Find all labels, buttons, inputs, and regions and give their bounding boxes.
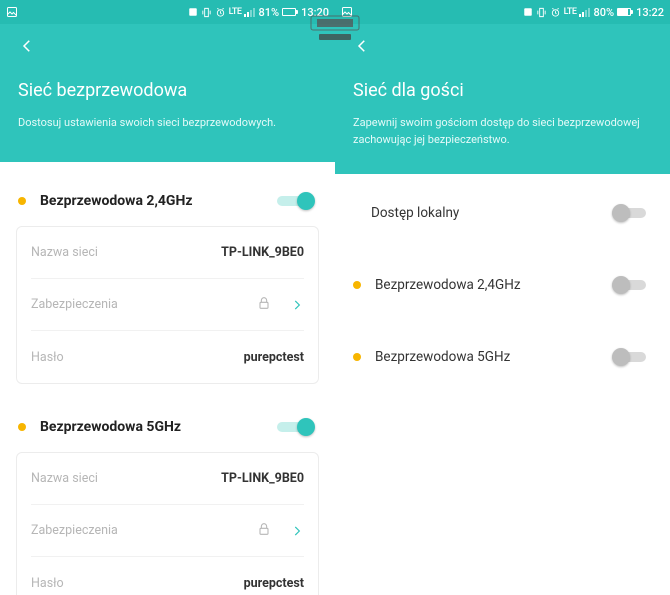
phone-guest-network: LTE 80% 13:22 Sieć dla gości Zapewnij sw… [335, 0, 670, 595]
band-label: Bezprzewodowa 2,4GHz [40, 193, 277, 209]
battery-percent: 80% [593, 6, 614, 19]
status-dot-icon [18, 197, 26, 205]
picture-icon [6, 6, 18, 18]
band-5ghz-toggle[interactable] [277, 418, 317, 436]
content: Bezprzewodowa 2,4GHz Nazwa sieci TP-LINK… [0, 162, 335, 595]
lte-label: LTE [229, 7, 242, 17]
ssid-row[interactable]: Nazwa sieci TP-LINK_9BE0 [31, 227, 304, 279]
clock: 13:22 [636, 6, 664, 19]
lock-icon [256, 521, 272, 541]
lock-icon [256, 295, 272, 315]
guest-24ghz-toggle[interactable] [612, 276, 652, 294]
battery-icon [617, 8, 631, 16]
back-icon[interactable] [18, 37, 36, 59]
band-label: Bezprzewodowa 5GHz [40, 419, 277, 435]
signal-icon [579, 7, 590, 17]
security-label: Zabezpieczenia [31, 297, 256, 312]
password-row[interactable]: Hasło purepctest [31, 557, 304, 595]
band-5ghz-card: Nazwa sieci TP-LINK_9BE0 Zabezpieczenia … [16, 452, 319, 595]
nfc-icon [523, 7, 533, 17]
status-dot-icon [18, 423, 26, 431]
chevron-right-icon [290, 298, 304, 312]
page-title: Sieć dla gości [353, 80, 652, 101]
header: Sieć dla gości Zapewnij swoim gościom do… [335, 24, 670, 174]
phone-wifi-settings: LTE 81% 13:20 Sieć bezprzewodowa Dostosu… [0, 0, 335, 595]
page-subtitle: Zapewnij swoim gościom dostęp do sieci b… [353, 115, 652, 148]
local-access-row: Dostęp lokalny [349, 194, 656, 232]
alarm-icon [550, 7, 561, 18]
ssid-value: TP-LINK_9BE0 [221, 245, 304, 260]
content: Dostęp lokalny Bezprzewodowa 2,4GHz Bezp… [335, 174, 670, 595]
signal-icon [244, 7, 255, 17]
status-dot-icon [353, 281, 361, 289]
security-row[interactable]: Zabezpieczenia [31, 505, 304, 557]
guest-5ghz-label: Bezprzewodowa 5GHz [375, 349, 612, 365]
header: Sieć bezprzewodowa Dostosuj ustawienia s… [0, 24, 335, 162]
vibrate-icon [536, 7, 547, 18]
alarm-icon [215, 7, 226, 18]
guest-5ghz-row: Bezprzewodowa 5GHz [349, 338, 656, 376]
ssid-row[interactable]: Nazwa sieci TP-LINK_9BE0 [31, 453, 304, 505]
clock: 13:20 [301, 6, 329, 19]
statusbar: LTE 80% 13:22 [335, 0, 670, 24]
battery-icon [282, 8, 296, 16]
password-label: Hasło [31, 576, 244, 591]
back-icon[interactable] [353, 37, 371, 59]
guest-24ghz-label: Bezprzewodowa 2,4GHz [375, 277, 612, 293]
local-access-label: Dostęp lokalny [371, 205, 612, 221]
status-dot-icon [353, 353, 361, 361]
nfc-icon [188, 7, 198, 17]
ssid-label: Nazwa sieci [31, 245, 221, 260]
password-value: purepctest [244, 350, 304, 365]
page-subtitle: Dostosuj ustawienia swoich sieci bezprze… [18, 115, 317, 132]
band-24ghz-card: Nazwa sieci TP-LINK_9BE0 Zabezpieczenia … [16, 226, 319, 384]
picture-icon [341, 6, 353, 18]
guest-24ghz-row: Bezprzewodowa 2,4GHz [349, 266, 656, 304]
guest-5ghz-toggle[interactable] [612, 348, 652, 366]
ssid-value: TP-LINK_9BE0 [221, 471, 304, 486]
vibrate-icon [201, 7, 212, 18]
battery-percent: 81% [258, 6, 279, 19]
ssid-label: Nazwa sieci [31, 471, 221, 486]
band-24ghz-row: Bezprzewodowa 2,4GHz [14, 182, 321, 220]
page-title: Sieć bezprzewodowa [18, 80, 317, 101]
chevron-right-icon [290, 524, 304, 538]
password-row[interactable]: Hasło purepctest [31, 331, 304, 383]
statusbar: LTE 81% 13:20 [0, 0, 335, 24]
security-label: Zabezpieczenia [31, 523, 256, 538]
band-24ghz-toggle[interactable] [277, 192, 317, 210]
password-value: purepctest [244, 576, 304, 591]
band-5ghz-row: Bezprzewodowa 5GHz [14, 408, 321, 446]
security-row[interactable]: Zabezpieczenia [31, 279, 304, 331]
local-access-toggle[interactable] [612, 204, 652, 222]
password-label: Hasło [31, 350, 244, 365]
lte-label: LTE [564, 7, 577, 17]
